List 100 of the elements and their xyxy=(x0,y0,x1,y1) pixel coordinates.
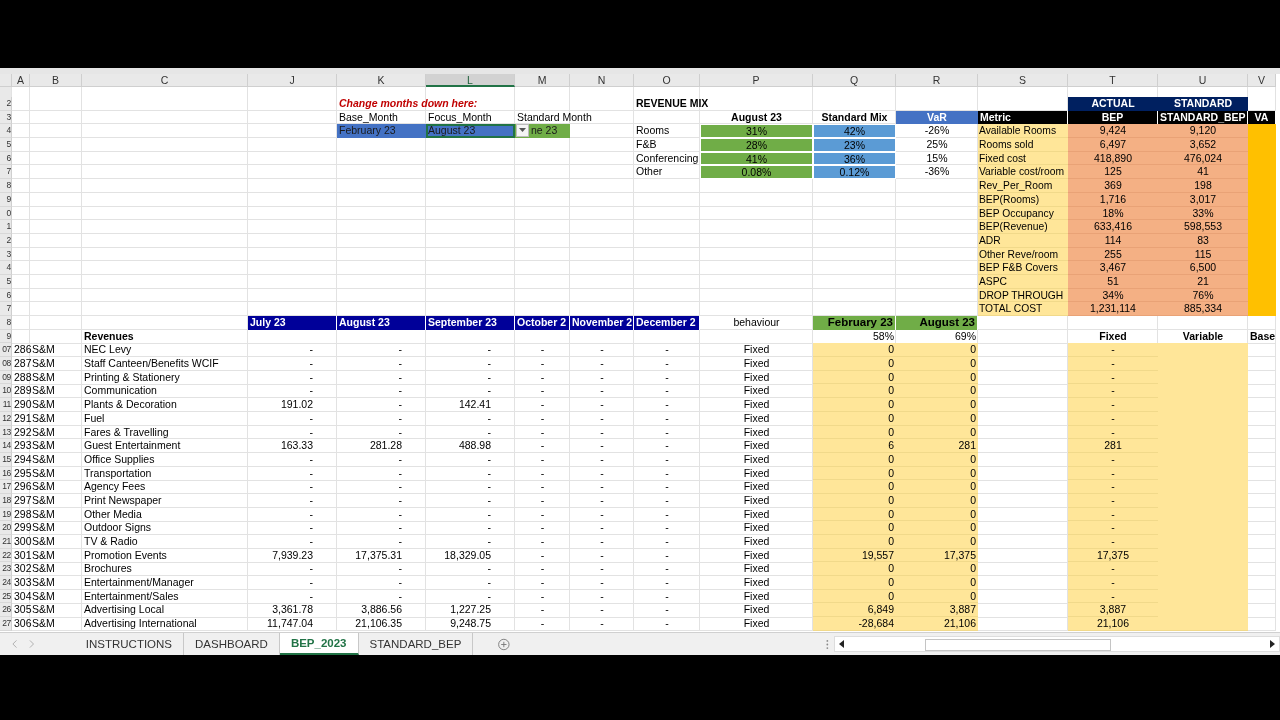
column-header[interactable]: R xyxy=(896,74,978,87)
column-header[interactable]: L xyxy=(426,74,515,87)
table-cell-text: - xyxy=(539,589,546,604)
table-cell: - xyxy=(1068,576,1158,590)
row-header[interactable]: 5 xyxy=(0,138,12,152)
table-cell-text: - xyxy=(397,589,403,604)
table-cell-text: - xyxy=(664,425,670,440)
column-header[interactable]: P xyxy=(700,74,813,87)
table-cell: 125 xyxy=(1068,165,1158,180)
table-cell-text: - xyxy=(599,535,605,549)
column-heading: Standard Mix xyxy=(820,110,889,125)
table-cell-text: - xyxy=(539,425,546,440)
table-cell-text: - xyxy=(539,398,546,412)
table-cell: - xyxy=(1068,562,1158,577)
metric-label: BEP F&B Covers xyxy=(978,261,1068,275)
column-heading: Base xyxy=(1249,329,1276,344)
row-label: Other xyxy=(635,165,664,180)
month-field[interactable]: February 23 xyxy=(337,124,426,139)
sheet-tab[interactable]: BEP_2023 xyxy=(279,633,359,655)
row-header[interactable]: 21 xyxy=(0,535,12,549)
row-header[interactable]: 14 xyxy=(0,439,12,453)
table-cell: - xyxy=(1068,521,1158,535)
department-cell-text: S&M xyxy=(32,617,56,631)
behaviour-cell-text: Fixed xyxy=(742,603,771,618)
row-header[interactable]: 07 xyxy=(0,343,12,358)
sheet-tab[interactable]: STANDARD_BEP xyxy=(358,633,474,655)
table-cell-text: - xyxy=(397,398,403,412)
column-header[interactable]: T xyxy=(1068,74,1158,87)
row-label: Conferencing xyxy=(635,151,700,166)
table-cell-text: - xyxy=(308,466,314,481)
row-header[interactable]: 4 xyxy=(0,261,12,275)
table-cell-text: - xyxy=(397,411,403,426)
table-cell-text: - xyxy=(664,452,670,467)
ratio-cell-text: 58% xyxy=(872,329,895,344)
behaviour-cell-text: Fixed xyxy=(742,576,771,590)
table-cell-text: - xyxy=(308,562,314,577)
department-cell-text: S&M xyxy=(32,576,56,590)
behaviour-cell-text: Fixed xyxy=(742,562,771,577)
row-header[interactable]: 17 xyxy=(0,480,12,494)
account-name: Transportation xyxy=(83,466,153,481)
table-cell-text: - xyxy=(397,507,403,522)
column-heading: August 23 xyxy=(730,110,783,125)
table-cell-text: - xyxy=(486,357,492,371)
behaviour-cell-text: Fixed xyxy=(742,521,771,535)
sheet-tab[interactable]: DASHBOARD xyxy=(184,633,280,655)
column-header[interactable]: U xyxy=(1158,74,1248,87)
column-header[interactable]: J xyxy=(248,74,337,87)
row-header[interactable]: 1 xyxy=(0,220,12,234)
sheet-tab[interactable]: INSTRUCTIONS xyxy=(74,633,185,655)
column-header[interactable]: B xyxy=(30,74,82,87)
table-cell-text: - xyxy=(599,617,605,631)
table-cell-text: - xyxy=(599,548,605,563)
row-header[interactable]: 7 xyxy=(0,165,12,180)
table-cell-text: - xyxy=(664,343,670,358)
row-header[interactable]: 2 xyxy=(0,97,12,111)
table-cell-text: - xyxy=(599,425,605,440)
department-cell-text: S&M xyxy=(32,370,56,385)
row-header[interactable]: 4 xyxy=(0,124,12,139)
row-header[interactable]: 27 xyxy=(0,617,12,631)
row-header[interactable]: 11 xyxy=(0,398,12,412)
table-cell-text: - xyxy=(539,521,546,535)
table-cell-text: 163.33 xyxy=(279,439,314,453)
column-header[interactable]: S xyxy=(978,74,1068,87)
row-header[interactable]: 23 xyxy=(0,562,12,577)
column-header[interactable]: N xyxy=(570,74,634,87)
row-header[interactable]: 8 xyxy=(0,316,12,330)
table-cell-text: - xyxy=(486,589,492,604)
account-name: Guest Entertainment xyxy=(83,439,182,453)
table-cell-text: 488.98 xyxy=(457,439,492,453)
table-cell-text: - xyxy=(664,439,670,453)
column-header[interactable]: M xyxy=(515,74,570,87)
table-cell-text: - xyxy=(664,480,670,494)
table-cell-text: - xyxy=(664,548,670,563)
table-cell-text: - xyxy=(397,535,403,549)
row-header[interactable]: 08 xyxy=(0,357,12,371)
table-cell-text: - xyxy=(664,466,670,481)
account-name: Brochures xyxy=(83,562,133,577)
column-header[interactable]: V xyxy=(1248,74,1276,87)
table-cell: - xyxy=(1068,384,1158,399)
table-cell-text: - xyxy=(599,603,605,618)
table-cell: 31% xyxy=(700,124,813,139)
row-header[interactable]: 26 xyxy=(0,603,12,618)
column-header[interactable]: K xyxy=(337,74,426,87)
table-cell-text: -36% xyxy=(923,165,951,180)
table-cell-text: 3,886.56 xyxy=(360,603,403,618)
table-cell-text: - xyxy=(486,562,492,577)
department-cell-text: S&M xyxy=(32,603,56,618)
table-cell: 23% xyxy=(813,138,896,152)
row-header[interactable]: 7 xyxy=(0,302,12,316)
column-header[interactable]: C xyxy=(82,74,248,87)
row-header[interactable]: 10 xyxy=(0,384,12,399)
column-header[interactable]: A xyxy=(12,74,30,87)
column-header[interactable]: O xyxy=(634,74,700,87)
table-cell-text: - xyxy=(397,480,403,494)
column-header[interactable]: Q xyxy=(813,74,896,87)
row-header[interactable]: 8 xyxy=(0,179,12,193)
row-header[interactable]: 24 xyxy=(0,576,12,590)
account-name: Promotion Events xyxy=(83,548,168,563)
row-header[interactable]: 20 xyxy=(0,521,12,535)
table-cell-text: - xyxy=(308,507,314,522)
